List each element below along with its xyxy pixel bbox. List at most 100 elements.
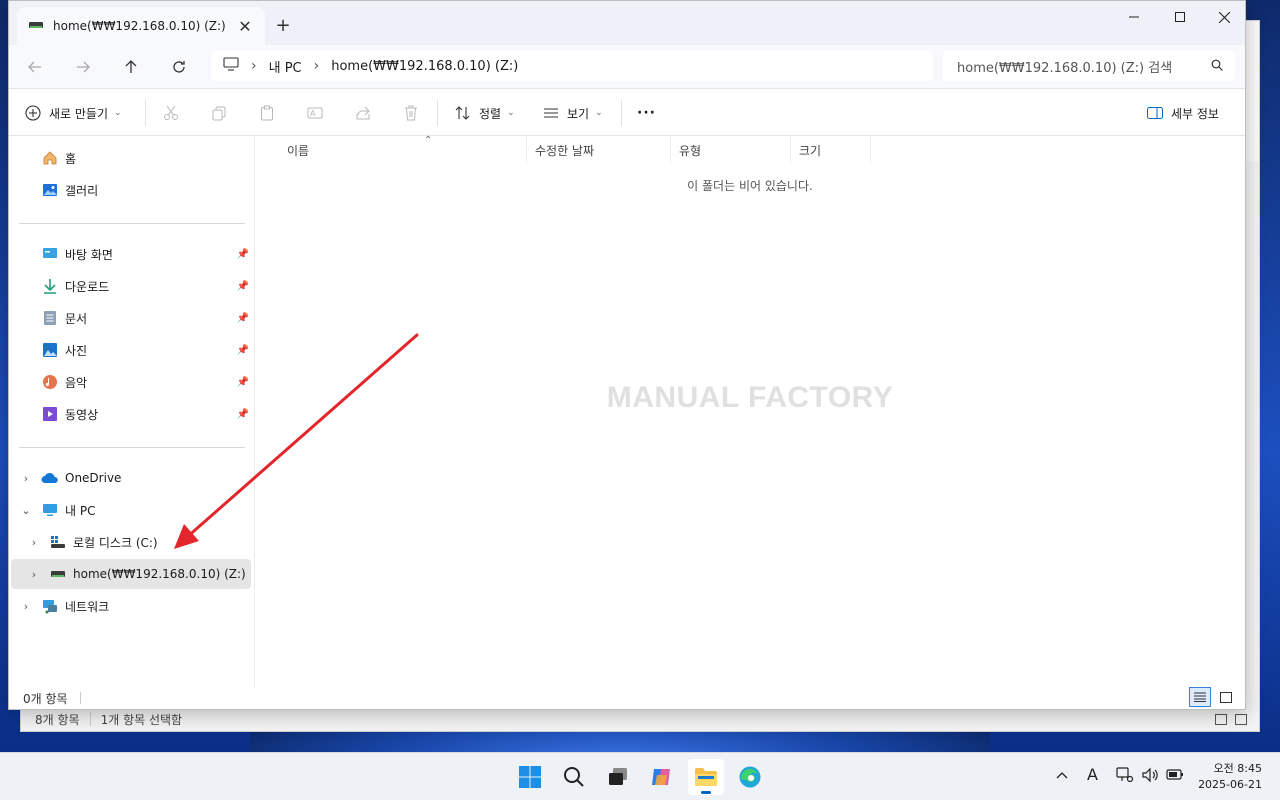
sidebar-item-documents[interactable]: 문서 📌 bbox=[9, 303, 255, 333]
share-icon bbox=[355, 105, 371, 121]
sort-button[interactable]: 정렬 ⌄ bbox=[455, 100, 515, 126]
file-explorer-taskbar-button[interactable] bbox=[688, 759, 724, 795]
toolbar-divider bbox=[437, 100, 438, 126]
close-tab-button[interactable]: ✕ bbox=[233, 14, 257, 38]
tiles-view-button[interactable] bbox=[1215, 687, 1237, 707]
maximize-button[interactable] bbox=[1157, 1, 1203, 33]
more-options-button[interactable]: ··· bbox=[637, 100, 656, 126]
sidebar-item-home[interactable]: 홈 bbox=[9, 143, 255, 173]
breadcrumb-current[interactable]: home(₩₩192.168.0.10) (Z:) bbox=[331, 59, 518, 74]
chevron-right-icon[interactable]: › bbox=[314, 58, 320, 74]
show-hidden-icons-button[interactable] bbox=[1056, 767, 1068, 783]
chevron-right-icon[interactable]: › bbox=[19, 472, 33, 485]
toolbar-divider bbox=[145, 100, 146, 126]
pin-icon[interactable]: 📌 bbox=[237, 345, 249, 356]
input-method-indicator[interactable]: A bbox=[1087, 765, 1098, 784]
copy-button[interactable] bbox=[211, 100, 227, 126]
column-header-size[interactable]: 크기 bbox=[791, 137, 871, 163]
column-header-label: 크기 bbox=[799, 143, 822, 158]
document-icon bbox=[41, 309, 59, 327]
status-bar: 0개 항목 bbox=[9, 687, 1245, 709]
refresh-button[interactable] bbox=[163, 53, 195, 81]
network-drive-icon bbox=[29, 19, 43, 33]
share-button[interactable] bbox=[355, 100, 371, 126]
new-button[interactable]: 새로 만들기 ⌄ bbox=[25, 100, 122, 126]
rename-button[interactable]: A bbox=[307, 100, 323, 126]
sidebar-item-label: 음악 bbox=[65, 375, 88, 390]
tiles-view-icon bbox=[1220, 691, 1232, 703]
details-pane-button[interactable]: 세부 정보 bbox=[1147, 100, 1219, 126]
column-header-name[interactable]: 이름 ⌃ bbox=[279, 135, 527, 163]
paste-button[interactable] bbox=[259, 100, 275, 126]
sidebar-item-gallery[interactable]: 갤러리 bbox=[9, 175, 255, 205]
sidebar-item-network[interactable]: › 네트워크 bbox=[9, 591, 255, 621]
pin-icon[interactable]: 📌 bbox=[237, 409, 249, 420]
clock-time: 오전 8:45 bbox=[1213, 762, 1262, 775]
sidebar-item-this-pc[interactable]: ⌄ 내 PC bbox=[9, 495, 255, 525]
cloud-icon bbox=[41, 469, 59, 487]
new-tab-button[interactable]: + bbox=[271, 13, 295, 37]
volume-icon[interactable] bbox=[1141, 767, 1159, 787]
column-header-date[interactable]: 수정한 날짜 bbox=[527, 137, 671, 163]
minimize-button[interactable] bbox=[1111, 1, 1157, 33]
start-button[interactable] bbox=[512, 759, 548, 795]
details-view-icon[interactable] bbox=[1215, 714, 1227, 725]
copilot-button[interactable] bbox=[644, 759, 680, 795]
view-button[interactable]: 보기 ⌄ bbox=[543, 100, 603, 126]
file-list-area[interactable]: 이름 ⌃ 수정한 날짜 유형 크기 이 폴더는 비어 있습니다. MANUAL … bbox=[255, 135, 1245, 689]
sidebar-item-label: 내 PC bbox=[65, 503, 96, 518]
copilot-icon bbox=[652, 769, 670, 785]
chevron-right-icon[interactable]: › bbox=[251, 58, 257, 74]
tiles-view-icon[interactable] bbox=[1235, 714, 1247, 725]
back-button[interactable] bbox=[19, 53, 51, 81]
chevron-down-icon: ⌄ bbox=[114, 108, 122, 118]
arrow-left-icon bbox=[28, 61, 41, 73]
sidebar-item-onedrive[interactable]: › OneDrive bbox=[9, 463, 255, 493]
chevron-down-icon[interactable]: ⌄ bbox=[19, 504, 33, 517]
desktop-icon bbox=[41, 245, 59, 263]
close-window-button[interactable] bbox=[1201, 1, 1247, 33]
delete-button[interactable] bbox=[403, 100, 419, 126]
task-view-button[interactable] bbox=[600, 759, 636, 795]
pin-icon[interactable]: 📌 bbox=[237, 281, 249, 292]
file-explorer-window[interactable]: home(₩₩192.168.0.10) (Z:) ✕ + › 내 PC › h… bbox=[8, 0, 1246, 710]
sidebar-item-downloads[interactable]: 다운로드 📌 bbox=[9, 271, 255, 301]
navigation-pane: 홈 갤러리 바탕 화면 📌 다운로드 📌 문서 📌 사진 📌 음악 📌 동영상 … bbox=[9, 137, 255, 689]
sidebar-item-music[interactable]: 음악 📌 bbox=[9, 367, 255, 397]
chevron-right-icon[interactable]: › bbox=[27, 536, 41, 549]
search-input[interactable]: home(₩₩192.168.0.10) (Z:) 검색 bbox=[943, 51, 1235, 81]
sidebar-item-network-drive[interactable]: › home(₩₩192.168.0.10) (Z:) bbox=[11, 559, 251, 589]
sidebar-item-videos[interactable]: 동영상 📌 bbox=[9, 399, 255, 429]
tab-network-drive[interactable]: home(₩₩192.168.0.10) (Z:) ✕ bbox=[17, 7, 265, 45]
pin-icon[interactable]: 📌 bbox=[237, 377, 249, 388]
chevron-right-icon[interactable]: › bbox=[27, 568, 41, 581]
breadcrumb-this-pc[interactable]: 내 PC bbox=[269, 57, 302, 76]
address-bar[interactable]: › 내 PC › home(₩₩192.168.0.10) (Z:) bbox=[211, 51, 933, 81]
home-icon bbox=[41, 149, 59, 167]
network-status-icon[interactable] bbox=[1116, 767, 1134, 787]
column-header-type[interactable]: 유형 bbox=[671, 137, 791, 163]
folder-icon bbox=[695, 768, 717, 786]
system-clock[interactable]: 오전 8:45 2025-06-21 bbox=[1198, 761, 1262, 793]
windows-logo-icon bbox=[519, 766, 541, 788]
watermark: MANUAL FACTORY bbox=[606, 381, 894, 414]
sidebar-item-pictures[interactable]: 사진 📌 bbox=[9, 335, 255, 365]
sidebar-item-label: 다운로드 bbox=[65, 279, 110, 294]
forward-button[interactable] bbox=[67, 53, 99, 81]
pin-icon[interactable]: 📌 bbox=[237, 313, 249, 324]
search-taskbar-button[interactable] bbox=[556, 759, 592, 795]
sidebar-item-local-disk[interactable]: › 로컬 디스크 (C:) bbox=[9, 527, 255, 557]
chevron-right-icon[interactable]: › bbox=[19, 600, 33, 613]
view-label: 보기 bbox=[567, 106, 590, 121]
tab-title: home(₩₩192.168.0.10) (Z:) bbox=[53, 19, 226, 33]
pin-icon[interactable]: 📌 bbox=[237, 249, 249, 260]
cut-button[interactable] bbox=[163, 100, 179, 126]
battery-icon[interactable] bbox=[1166, 767, 1184, 785]
up-button[interactable] bbox=[115, 53, 147, 81]
edge-browser-button[interactable] bbox=[732, 759, 768, 795]
sidebar-item-desktop[interactable]: 바탕 화면 📌 bbox=[9, 239, 255, 269]
clipboard-icon bbox=[259, 105, 275, 121]
chevron-up-icon bbox=[1056, 772, 1068, 779]
trash-icon bbox=[403, 105, 419, 121]
details-view-button[interactable] bbox=[1189, 687, 1211, 707]
